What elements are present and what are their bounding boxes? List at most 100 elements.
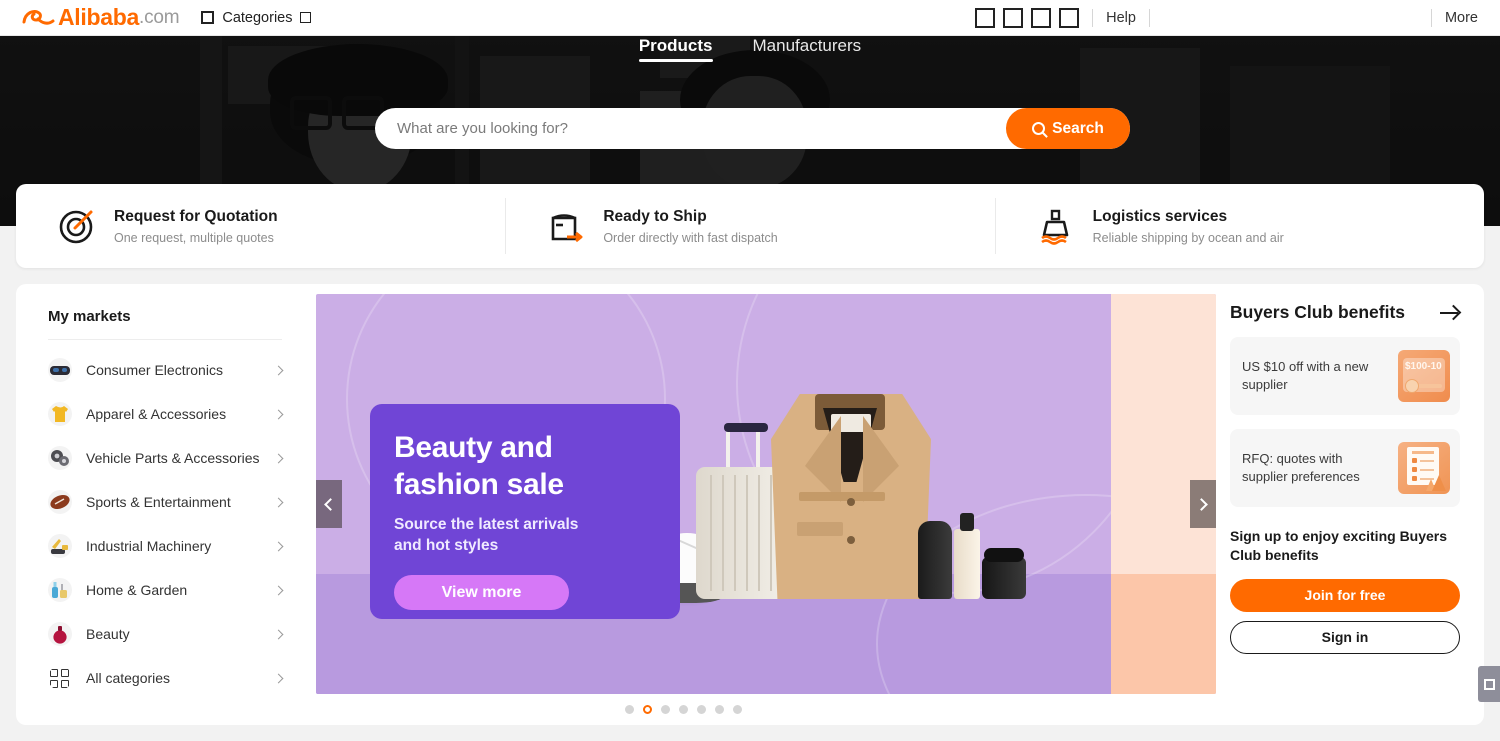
chevron-placeholder-icon	[300, 12, 312, 23]
carousel-dot-active[interactable]	[643, 705, 652, 714]
carousel-dot[interactable]	[625, 705, 634, 714]
carousel-dot[interactable]	[733, 705, 742, 714]
alibaba-logo[interactable]: Alibaba .com	[22, 4, 180, 30]
chevron-right-icon	[1195, 497, 1208, 511]
sidebar-item-label: Home & Garden	[86, 582, 188, 598]
account-placeholder-icon[interactable]	[1059, 7, 1080, 28]
search-button-label: Search	[1052, 119, 1104, 137]
ship-icon	[1035, 205, 1077, 247]
suitcase-handle	[724, 423, 768, 469]
chevron-right-icon	[273, 453, 284, 463]
tshirt-thumb	[48, 402, 72, 426]
alibaba-swirl-icon	[22, 7, 56, 29]
search-input[interactable]	[375, 120, 1006, 137]
chevron-right-icon	[273, 365, 284, 375]
sidebar-item-label: Sports & Entertainment	[86, 494, 231, 510]
coupon-thumb: $100-10	[1398, 350, 1450, 402]
carousel-dot[interactable]	[679, 705, 688, 714]
sidebar-item-sports-entertainment[interactable]: Sports & Entertainment	[34, 480, 296, 524]
benefit-text: US $10 off with a new supplier	[1242, 359, 1369, 392]
sidebar-item-label: Industrial Machinery	[86, 538, 212, 554]
header-icon-row	[975, 7, 1080, 28]
promo-product-illustration	[648, 369, 1026, 603]
header-divider-2	[1148, 8, 1150, 27]
box-arrow-icon	[545, 205, 587, 247]
cleaning-thumb	[48, 578, 72, 602]
sidebar-item-home-garden[interactable]: Home & Garden	[34, 568, 296, 612]
join-for-free-button[interactable]: Join for free	[1230, 578, 1460, 612]
deliver-to-placeholder-icon[interactable]	[975, 7, 996, 28]
service-card-logistics-text: Logistics services Reliable shipping by …	[1093, 208, 1284, 245]
placeholder-box-icon	[1483, 678, 1495, 690]
buyers-club-title: Buyers Club benefits	[1230, 302, 1406, 322]
categories-label: Categories	[222, 9, 293, 26]
sidebar-title: My markets	[48, 308, 131, 325]
service-subtitle: Order directly with fast dispatch	[603, 230, 778, 245]
promo-carousel[interactable]: Beauty and fashion sale Source the lates…	[316, 294, 1216, 694]
carousel-dot[interactable]	[697, 705, 706, 714]
tab-products[interactable]: Products	[638, 36, 713, 62]
cosmetic-jar-illustration	[982, 548, 1026, 599]
target-arrow-icon	[56, 205, 98, 247]
sidebar-item-label: Beauty	[86, 626, 130, 642]
tab-manufacturers[interactable]: Manufacturers	[753, 36, 862, 62]
service-title: Request for Quotation	[114, 207, 278, 225]
main-content-card: My markets Consumer Electronics Apparel …	[16, 284, 1484, 725]
sidebar-item-vehicle-parts[interactable]: Vehicle Parts & Accessories	[34, 436, 296, 480]
vr-headset-thumb	[48, 358, 72, 382]
header-divider-3	[1430, 8, 1432, 27]
view-more-button[interactable]: View more	[394, 575, 569, 611]
carousel-prev-button[interactable]	[316, 480, 342, 528]
categories-menu[interactable]: Categories	[201, 9, 312, 26]
benefit-card-coupon[interactable]: US $10 off with a new supplier $100-10	[1230, 337, 1460, 415]
sidebar-item-label: Consumer Electronics	[86, 362, 223, 378]
language-placeholder-icon[interactable]	[1003, 7, 1024, 28]
chevron-right-icon	[273, 497, 284, 507]
service-card-ready-to-ship[interactable]: Ready to Ship Order directly with fast d…	[505, 184, 994, 268]
sidebar-item-beauty[interactable]: Beauty	[34, 612, 296, 656]
cosmetic-tube-illustration	[918, 521, 952, 599]
signup-prompt: Sign up to enjoy exciting Buyers Club be…	[1230, 528, 1448, 563]
service-card-rfq-text: Request for Quotation One request, multi…	[114, 208, 278, 245]
sidebar-item-industrial-machinery[interactable]: Industrial Machinery	[34, 524, 296, 568]
sidebar-item-apparel-accessories[interactable]: Apparel & Accessories	[34, 392, 296, 436]
sidebar-item-label: All categories	[86, 670, 171, 686]
promo-text-card: Beauty and fashion sale Source the lates…	[370, 404, 680, 619]
perfume-thumb	[48, 622, 72, 646]
help-link[interactable]: Help	[1106, 10, 1136, 26]
sidebar-item-label: Vehicle Parts & Accessories	[86, 450, 260, 466]
sidebar-item-label: Apparel & Accessories	[86, 406, 227, 422]
more-link[interactable]: More	[1445, 10, 1478, 26]
search-bar: Search	[375, 108, 1130, 149]
carousel-dots	[625, 705, 742, 714]
blazer-illustration	[771, 394, 931, 599]
my-markets-sidebar: My markets Consumer Electronics Apparel …	[16, 284, 316, 725]
logo-word: Alibaba	[58, 4, 139, 30]
top-header: Alibaba .com Categories Help More	[0, 0, 1500, 36]
arrow-right-icon[interactable]	[1440, 303, 1460, 323]
cart-placeholder-icon[interactable]	[1031, 7, 1052, 28]
sidebar-item-consumer-electronics[interactable]: Consumer Electronics	[34, 348, 296, 392]
service-card-ready-to-ship-text: Ready to Ship Order directly with fast d…	[603, 208, 777, 245]
carousel-next-button[interactable]	[1190, 480, 1216, 528]
sidebar-item-all-categories[interactable]: All categories	[34, 656, 296, 700]
carousel-dot[interactable]	[661, 705, 670, 714]
promo-headline-line1: Beauty and	[394, 431, 553, 464]
header-right-group: Help More	[975, 7, 1500, 28]
service-card-rfq[interactable]: Request for Quotation One request, multi…	[16, 184, 505, 268]
logo-domain: .com	[138, 6, 180, 28]
chevron-right-icon	[273, 585, 284, 595]
chevron-right-icon	[273, 409, 284, 419]
chevron-right-icon	[273, 673, 284, 683]
side-drawer-tab[interactable]	[1478, 666, 1500, 702]
service-card-logistics[interactable]: Logistics services Reliable shipping by …	[994, 184, 1484, 268]
sidebar-divider	[48, 339, 282, 340]
carousel-dot[interactable]	[715, 705, 724, 714]
gears-thumb	[48, 446, 72, 470]
service-subtitle: One request, multiple quotes	[114, 230, 274, 245]
search-button[interactable]: Search	[1006, 108, 1130, 149]
excavator-thumb	[48, 534, 72, 558]
service-shortcuts-row: Request for Quotation One request, multi…	[16, 184, 1484, 268]
benefit-card-rfq[interactable]: RFQ: quotes with supplier preferences	[1230, 429, 1460, 507]
sign-in-button[interactable]: Sign in	[1230, 620, 1460, 654]
